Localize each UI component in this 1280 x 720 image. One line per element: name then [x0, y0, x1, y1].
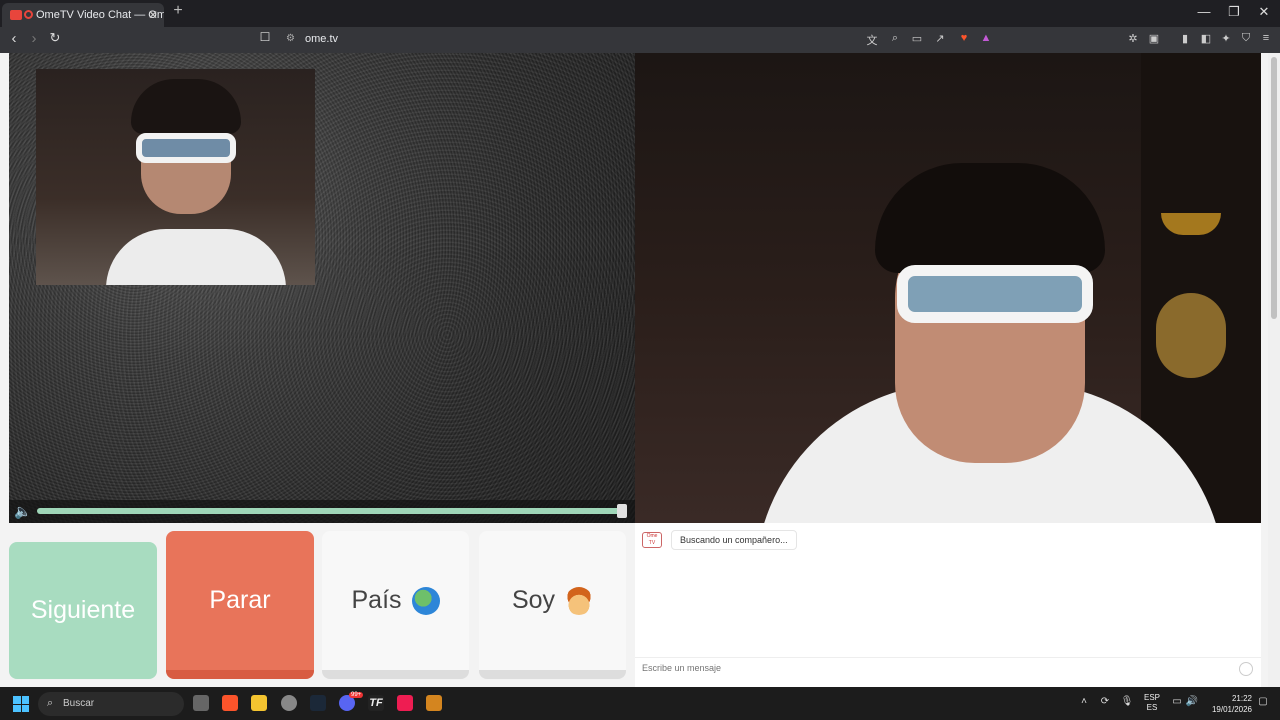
- page-content: 🔈 Siguiente Parar País Soy Ome TV Buscan…: [0, 53, 1280, 687]
- browser-toolbar: ‹ › ↻ ☐ ⚙ ome.tv 文 ⌕ ▭ ↗ ♥ ▲ ✲ ▣ ▮ ◧ ✦ ⛉…: [0, 27, 1280, 53]
- brave-shield-icon[interactable]: ♥: [956, 32, 972, 44]
- close-window-icon[interactable]: ✕: [1254, 4, 1274, 20]
- ometv-logo-icon: Ome TV: [642, 532, 662, 548]
- tab-search-icon[interactable]: ▣: [1146, 32, 1162, 45]
- tf-app-icon[interactable]: TF: [368, 695, 384, 711]
- taskbar-search[interactable]: ⌕ Buscar: [38, 692, 184, 716]
- browser-tab[interactable]: OmeTV Video Chat — Omeg ✕: [2, 3, 164, 27]
- app-4-icon[interactable]: [426, 695, 442, 711]
- brave-browser-icon[interactable]: [222, 695, 238, 711]
- chat-input-area: [635, 657, 1261, 681]
- page-scrollbar[interactable]: [1268, 53, 1280, 687]
- boy-icon: [565, 586, 594, 615]
- task-view-icon[interactable]: [193, 695, 209, 711]
- volume-controls: 🔈: [9, 500, 635, 523]
- restore-icon[interactable]: ❐: [1224, 4, 1244, 20]
- back-icon[interactable]: ‹: [5, 30, 23, 47]
- stop-button[interactable]: Parar: [166, 531, 314, 679]
- stop-button-label: Parar: [209, 586, 271, 614]
- system-clock[interactable]: 21:22 19/01/2026: [1206, 693, 1252, 715]
- globe-icon: [411, 586, 440, 615]
- reload-icon[interactable]: ↻: [46, 30, 64, 46]
- next-button-label: Siguiente: [30, 596, 136, 624]
- emoji-icon[interactable]: [1239, 662, 1253, 676]
- search-label: Buscar: [63, 698, 95, 709]
- country-button-label: País: [351, 586, 402, 614]
- language-indicator[interactable]: ESP ES: [1142, 693, 1162, 713]
- sidebar-icon[interactable]: ▮: [1177, 32, 1193, 45]
- brave-rewards-icon[interactable]: ▲: [978, 32, 994, 44]
- leo-ai-icon[interactable]: ✦: [1218, 32, 1234, 45]
- volume-icon[interactable]: 🔈: [14, 503, 31, 520]
- steam-icon[interactable]: [310, 695, 326, 711]
- vpn-icon[interactable]: ⛉: [1238, 32, 1254, 45]
- self-camera-preview: [36, 69, 315, 285]
- sync-icon[interactable]: ⟳: [1098, 696, 1112, 707]
- volume-slider-thumb[interactable]: [617, 504, 627, 518]
- volume-slider[interactable]: [37, 508, 623, 514]
- next-button[interactable]: Siguiente: [9, 542, 157, 679]
- country-button[interactable]: País: [322, 531, 469, 679]
- partner-video-panel: [9, 53, 635, 523]
- scrollbar-thumb[interactable]: [1271, 57, 1277, 319]
- discord-badge: 99+: [349, 692, 364, 698]
- site-info-icon[interactable]: ⚙: [286, 33, 295, 44]
- gender-button[interactable]: Soy: [479, 531, 626, 679]
- network-icon[interactable]: ▭: [1170, 696, 1184, 707]
- tiktok-icon[interactable]: [397, 695, 413, 711]
- chat-status-message: Buscando un compañero...: [671, 530, 797, 550]
- url-text: ome.tv: [305, 33, 339, 45]
- chrome-icon[interactable]: [281, 695, 297, 711]
- microphone-icon[interactable]: 🎙: [1120, 696, 1134, 707]
- browser-titlebar: OmeTV Video Chat — Omeg ✕ + — ❐ ✕: [0, 0, 1280, 27]
- forward-icon[interactable]: ›: [25, 30, 43, 47]
- search-icon: ⌕: [47, 697, 54, 709]
- gender-button-label: Soy: [511, 586, 556, 614]
- share-icon[interactable]: ↗: [932, 32, 948, 45]
- menu-icon[interactable]: ≡: [1258, 32, 1274, 44]
- chat-panel: Ome TV Buscando un compañero...: [635, 523, 1261, 687]
- close-tab-icon[interactable]: ✕: [148, 3, 158, 27]
- translate-icon[interactable]: 文: [864, 32, 880, 48]
- zoom-icon[interactable]: ⌕: [887, 32, 903, 45]
- windows-start-icon[interactable]: [13, 696, 29, 712]
- windows-taskbar: ⌕ Buscar 99+ TF ˄ ⟳ 🎙 ESP ES ▭ 🔊 21:22 1…: [0, 687, 1280, 720]
- notifications-icon[interactable]: ▢: [1256, 696, 1270, 707]
- new-tab-button[interactable]: +: [170, 2, 186, 20]
- cast-icon[interactable]: ▭: [909, 32, 925, 45]
- tab-title: OmeTV Video Chat — Omeg: [36, 9, 164, 21]
- wallet-icon[interactable]: ◧: [1198, 32, 1214, 45]
- extensions-icon[interactable]: ✲: [1125, 32, 1141, 45]
- bookmark-icon[interactable]: ☐: [256, 30, 274, 44]
- recording-icon: [24, 10, 33, 19]
- tray-chevron-icon[interactable]: ˄: [1077, 696, 1091, 707]
- youtube-icon: [10, 10, 22, 20]
- own-camera-video: [635, 53, 1261, 523]
- speaker-icon[interactable]: 🔊: [1185, 696, 1199, 707]
- minimize-icon[interactable]: —: [1194, 4, 1214, 19]
- file-explorer-icon[interactable]: [251, 695, 267, 711]
- chat-message-input[interactable]: [642, 663, 1222, 673]
